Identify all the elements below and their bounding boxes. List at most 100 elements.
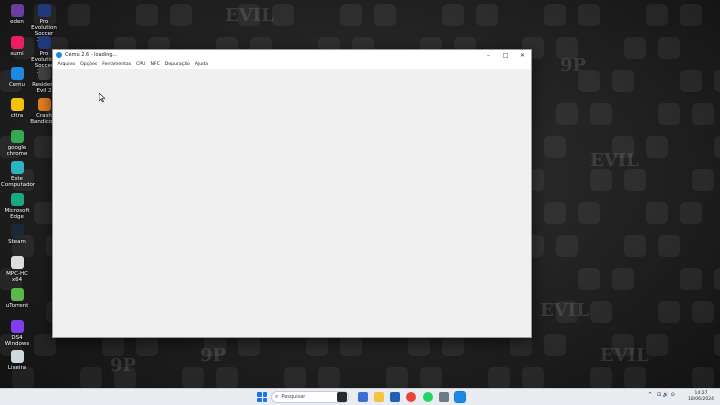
desktop-icon[interactable]: Microsoft Edge bbox=[1, 193, 33, 220]
wallpaper-tile bbox=[692, 367, 714, 388]
taskbar-widget-icon[interactable] bbox=[337, 392, 347, 402]
wallpaper-tile bbox=[420, 367, 442, 388]
wallpaper-tile bbox=[612, 268, 634, 290]
close-button[interactable]: ✕ bbox=[514, 50, 531, 60]
desktop-app-icon bbox=[10, 36, 24, 49]
wallpaper-tile bbox=[544, 202, 566, 224]
taskbar: ⌕ Pesquisar ^ ⊡ 🔊 ⊙ 14:27 18/06/2024 bbox=[0, 388, 720, 405]
desktop-icon[interactable]: uTorrent bbox=[1, 288, 33, 309]
wallpaper-tile bbox=[556, 235, 578, 257]
wallpaper-logo-text: 9P bbox=[560, 55, 587, 76]
menu-ferramentas[interactable]: Ferramentas bbox=[100, 62, 134, 67]
clock-date: 18/06/2024 bbox=[688, 397, 714, 402]
menu-depuracao[interactable]: Depuração bbox=[162, 62, 192, 67]
desktop-app-icon bbox=[10, 67, 24, 80]
taskbar-clock[interactable]: 14:27 18/06/2024 bbox=[686, 391, 716, 403]
wallpaper-tile bbox=[692, 301, 714, 323]
mouse-cursor-icon bbox=[98, 87, 106, 106]
taskbar-whatsapp-icon[interactable] bbox=[423, 392, 433, 402]
wallpaper-tile bbox=[578, 268, 600, 290]
desktop-icon[interactable]: MPC-HC x64 bbox=[1, 256, 33, 283]
menu-cpu[interactable]: CPU bbox=[134, 62, 148, 67]
desktop-app-icon bbox=[37, 36, 51, 49]
taskbar-file-explorer-icon[interactable] bbox=[374, 392, 384, 402]
desktop-app-icon bbox=[10, 350, 24, 363]
wallpaper-tile bbox=[544, 136, 566, 158]
desktop-icon-label: sumi bbox=[10, 51, 24, 57]
wallpaper-tile bbox=[170, 4, 192, 26]
wallpaper-logo-text: EVIL bbox=[600, 345, 649, 366]
desktop-icon-label: uTorrent bbox=[5, 303, 29, 309]
wallpaper-logo-text: EVIL bbox=[225, 5, 274, 26]
desktop-icon[interactable]: google chrome bbox=[1, 130, 33, 157]
taskbar-chrome-icon[interactable] bbox=[406, 392, 416, 402]
desktop-icon-label: citra bbox=[10, 113, 24, 119]
cemu-window[interactable]: Cemu 2.6 - loading... – □ ✕ Arquivo Opçõ… bbox=[52, 49, 532, 338]
wallpaper-tile bbox=[646, 4, 668, 26]
game-render-area[interactable] bbox=[53, 69, 531, 337]
menu-opcoes[interactable]: Opções bbox=[78, 62, 100, 67]
wallpaper-tile bbox=[272, 4, 294, 26]
wallpaper-tile bbox=[340, 4, 362, 26]
desktop-app-icon bbox=[10, 288, 24, 301]
taskbar-task-view-icon[interactable] bbox=[358, 392, 368, 402]
desktop-icon[interactable]: Steam bbox=[1, 224, 33, 245]
wallpaper-tile bbox=[714, 268, 720, 290]
desktop-app-icon bbox=[37, 4, 51, 17]
wallpaper-logo-text: EVIL bbox=[540, 300, 589, 321]
wallpaper-tile bbox=[556, 103, 578, 125]
wallpaper-tile bbox=[578, 202, 600, 224]
search-icon: ⌕ bbox=[275, 393, 279, 400]
wallpaper-tile bbox=[692, 103, 714, 125]
wallpaper-tile bbox=[624, 169, 646, 191]
wallpaper-tile bbox=[544, 334, 566, 356]
desktop-icon-label: Steam bbox=[8, 239, 26, 245]
wallpaper-tile bbox=[522, 367, 544, 388]
tray-chevron-icon[interactable]: ^ bbox=[648, 392, 652, 398]
wallpaper-tile bbox=[386, 367, 408, 388]
wallpaper-tile bbox=[476, 4, 498, 26]
desktop-icon-label: Microsoft Edge bbox=[4, 208, 30, 220]
wallpaper-tile bbox=[318, 367, 340, 388]
window-titlebar[interactable]: Cemu 2.6 - loading... – □ ✕ bbox=[53, 50, 531, 60]
wallpaper-tile bbox=[442, 4, 464, 26]
menu-ajuda[interactable]: Ajuda bbox=[192, 62, 210, 67]
wallpaper-tile bbox=[624, 367, 646, 388]
wallpaper-tile bbox=[680, 70, 702, 92]
taskbar-cemu-icon[interactable] bbox=[454, 391, 466, 403]
desktop-icon-label: Lixeira bbox=[7, 365, 27, 371]
wallpaper-tile bbox=[658, 37, 680, 59]
tray-status-icons[interactable]: ⊡ 🔊 ⊙ bbox=[657, 392, 675, 398]
desktop-app-icon bbox=[10, 320, 24, 333]
cemu-app-icon bbox=[56, 52, 62, 58]
wallpaper-tile bbox=[80, 367, 102, 388]
wallpaper-logo-text: EVIL bbox=[590, 150, 639, 171]
wallpaper-tile bbox=[590, 367, 612, 388]
desktop-app-icon bbox=[10, 98, 24, 111]
wallpaper-tile bbox=[658, 301, 680, 323]
desktop-app-icon bbox=[10, 224, 24, 237]
wallpaper-tile bbox=[714, 70, 720, 92]
wallpaper-logo-text: 9P bbox=[110, 355, 137, 376]
wallpaper-tile bbox=[646, 136, 668, 158]
wallpaper-tile bbox=[590, 169, 612, 191]
desktop-icon[interactable]: Lixeira bbox=[1, 350, 33, 371]
maximize-button[interactable]: □ bbox=[497, 50, 514, 60]
taskbar-store-icon[interactable] bbox=[390, 392, 400, 402]
desktop-icon[interactable]: Este Computador bbox=[1, 161, 36, 188]
desktop-app-icon bbox=[37, 98, 51, 111]
minimize-button[interactable]: – bbox=[480, 50, 497, 60]
wallpaper-tile bbox=[136, 4, 158, 26]
desktop-app-icon bbox=[10, 256, 24, 269]
desktop-icon-label: Este Computador bbox=[1, 176, 36, 188]
start-button[interactable] bbox=[257, 392, 267, 402]
wallpaper-tile bbox=[68, 4, 90, 26]
menu-arquivo[interactable]: Arquivo bbox=[55, 62, 78, 67]
desktop-app-icon bbox=[37, 67, 51, 80]
desktop-app-icon bbox=[10, 193, 24, 206]
desktop-icon[interactable]: DS4 Windows bbox=[1, 320, 33, 347]
taskbar-app-icon[interactable] bbox=[439, 392, 449, 402]
wallpaper-tile bbox=[284, 367, 306, 388]
menu-nfc[interactable]: NFC bbox=[148, 62, 162, 67]
wallpaper-tile bbox=[612, 70, 634, 92]
